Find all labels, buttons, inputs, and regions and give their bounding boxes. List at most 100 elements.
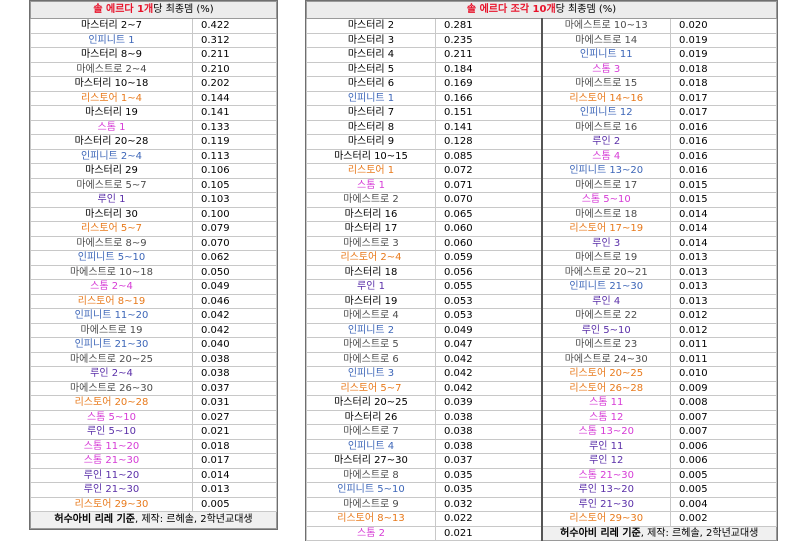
- right-footer-bold: 허수아비 리레 기준: [560, 527, 641, 539]
- core-value: 0.046: [191, 293, 278, 309]
- table-row: 마스터리 2 0.281 마에스트로 10~13 0.020: [306, 18, 778, 34]
- core-value: 0.038: [435, 438, 542, 454]
- core-value: 0.020: [669, 18, 778, 34]
- core-value: 0.053: [435, 293, 542, 309]
- core-value: 0.042: [191, 322, 278, 338]
- core-name: 리스토어 29~30: [540, 511, 671, 527]
- table-row: 마스터리 4 0.211 인피니트 11 0.019: [306, 47, 778, 63]
- core-name: 마스터리 27~30: [306, 453, 436, 469]
- table-row: 인피니트 3 0.042 리스토어 20~25 0.010: [306, 366, 778, 382]
- core-value: 0.141: [191, 105, 278, 121]
- core-name: 마에스트로 3: [306, 235, 436, 251]
- table-row: 마에스트로 8 0.035 스톰 21~30 0.005: [306, 467, 778, 483]
- table-row: 리스토어 1 0.072 인피니트 13~20 0.016: [306, 163, 778, 179]
- core-name: 루인 1: [306, 279, 436, 295]
- table-row: 마에스트로 4 0.053 마에스트로 22 0.012: [306, 308, 778, 324]
- table-row: 인피니트 2 0.049 루인 5~10 0.012: [306, 322, 778, 338]
- left-table-header: 솔 에르다 1개당 최종뎀 (%): [29, 1, 278, 19]
- core-name: 마스터리 9: [306, 134, 436, 150]
- left-footer-bold: 허수아비 리레 기준: [54, 514, 135, 525]
- core-value: 0.105: [191, 177, 278, 193]
- table-row: 리스토어 8~19 0.046: [30, 293, 278, 309]
- core-value: 0.021: [435, 525, 542, 541]
- table-row: 리스토어 2~4 0.059 마에스트로 19 0.013: [306, 250, 778, 266]
- core-value: 0.281: [435, 18, 542, 34]
- core-name: 마스터리 20~25: [306, 395, 436, 411]
- table-row: 마에스트로 2~4 0.210: [30, 61, 278, 77]
- right-header-highlight: 솔 에르다 조각 10개: [466, 4, 556, 15]
- core-value: 0.202: [191, 76, 278, 92]
- core-value: 0.016: [669, 134, 778, 150]
- table-row: 마스터리 10~18 0.202: [30, 76, 278, 92]
- table-row: 마에스트로 6 0.042 마에스트로 24~30 0.011: [306, 351, 778, 367]
- core-name: 마에스트로 18: [540, 206, 671, 222]
- table-row: 인피니트 1 0.166 리스토어 14~16 0.017: [306, 90, 778, 106]
- core-name: 인피니트 21~30: [540, 279, 671, 295]
- table-row: 루인 2~4 0.038: [30, 366, 278, 382]
- core-value: 0.070: [435, 192, 542, 208]
- core-name: 리스토어 14~16: [540, 90, 671, 106]
- core-name: 리스토어 2~4: [306, 250, 436, 266]
- core-name: 마스터리 30: [30, 206, 193, 222]
- core-name: 마스터리 6: [306, 76, 436, 92]
- core-value: 0.017: [191, 453, 278, 469]
- core-value: 0.006: [669, 438, 778, 454]
- table-row: 리스토어 8~13 0.022 리스토어 29~30 0.002: [306, 511, 778, 527]
- core-value: 0.042: [191, 308, 278, 324]
- table-row: 마스터리 9 0.128 루인 2 0.016: [306, 134, 778, 150]
- core-name: 스톰 3: [540, 61, 671, 77]
- table-row: 인피니트 11~20 0.042: [30, 308, 278, 324]
- table-row: 스톰 1 0.133: [30, 119, 278, 135]
- core-value: 0.151: [435, 105, 542, 121]
- core-name: 루인 11~20: [30, 467, 193, 483]
- left-footer-text: , 제작: 르헤솔, 2학년교대생: [134, 514, 253, 525]
- table-row: 스톰 1 0.071 마에스트로 17 0.015: [306, 177, 778, 193]
- core-value: 0.422: [191, 18, 278, 34]
- core-value: 0.009: [669, 380, 778, 396]
- core-value: 0.059: [435, 250, 542, 266]
- core-value: 0.027: [191, 409, 278, 425]
- right-table-header: 솔 에르다 조각 10개당 최종뎀 (%): [305, 1, 778, 19]
- core-name: 마스터리 2: [306, 18, 436, 34]
- core-value: 0.038: [191, 366, 278, 382]
- table-row: 루인 21~30 0.013: [30, 482, 278, 498]
- left-footer-cell: 허수아비 리레 기준, 제작: 르헤솔, 2학년교대생: [29, 511, 278, 529]
- core-name: 리스토어 20~28: [30, 395, 193, 411]
- core-name: 루인 21~30: [30, 482, 193, 498]
- core-value: 0.006: [669, 453, 778, 469]
- core-value: 0.038: [435, 424, 542, 440]
- core-value: 0.085: [435, 148, 542, 164]
- core-name: 마에스트로 10~18: [30, 264, 193, 280]
- core-value: 0.016: [669, 163, 778, 179]
- core-value: 0.037: [191, 380, 278, 396]
- core-name: 인피니트 13~20: [540, 163, 671, 179]
- core-name: 리스토어 29~30: [30, 496, 193, 512]
- core-value: 0.015: [669, 177, 778, 193]
- core-name: 스톰 12: [540, 409, 671, 425]
- table-row: 마에스트로 26~30 0.037: [30, 380, 278, 396]
- core-name: 스톰 5~10: [30, 409, 193, 425]
- core-name: 루인 5~10: [540, 322, 671, 338]
- table-row: 마에스트로 2 0.070 스톰 5~10 0.015: [306, 192, 778, 208]
- right-table-body: 마스터리 2 0.281 마에스트로 10~13 0.020 마스터리 3 0.235 마에…: [306, 18, 778, 541]
- table-row: 마스터리 3 0.235 마에스트로 14 0.019: [306, 32, 778, 48]
- core-value: 0.035: [435, 482, 542, 498]
- left-header-cell: 솔 에르다 1개당 최종뎀 (%): [29, 1, 278, 19]
- table-row: 스톰 21~30 0.017: [30, 453, 278, 469]
- table-row: 인피니트 21~30 0.040: [30, 337, 278, 353]
- core-value: 0.049: [191, 279, 278, 295]
- core-value: 0.060: [435, 221, 542, 237]
- table-row: 마에스트로 9 0.032 루인 21~30 0.004: [306, 496, 778, 512]
- core-name: 스톰 21~30: [540, 467, 671, 483]
- table-row: 마에스트로 19 0.042: [30, 322, 278, 338]
- core-value: 0.007: [669, 424, 778, 440]
- core-value: 0.210: [191, 61, 278, 77]
- core-name: 마스터리 17: [306, 221, 436, 237]
- core-value: 0.008: [669, 395, 778, 411]
- core-name: 인피니트 4: [306, 438, 436, 454]
- core-value: 0.013: [669, 264, 778, 280]
- core-value: 0.014: [669, 221, 778, 237]
- right-table: 솔 에르다 조각 10개당 최종뎀 (%) 마스터리 2 0.281 마에스트로 1…: [304, 0, 779, 541]
- core-name: 인피니트 11: [540, 47, 671, 63]
- core-name: 루인 5~10: [30, 424, 193, 440]
